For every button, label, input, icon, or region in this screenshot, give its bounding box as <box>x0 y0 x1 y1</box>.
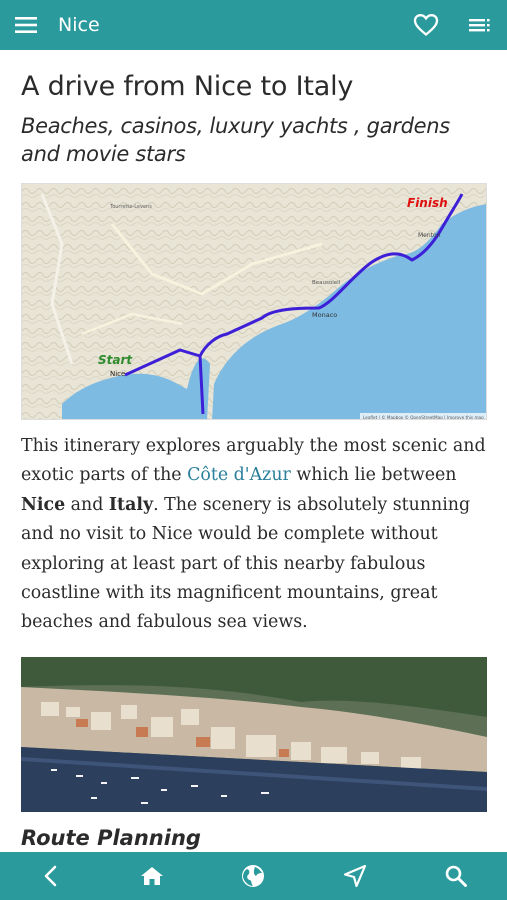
cote-dazur-link[interactable]: Côte d'Azur <box>187 465 291 485</box>
map-label-start: Start <box>98 353 133 367</box>
map-place-beausoleil: Beausoleil <box>312 280 341 286</box>
app-bar-title: Nice <box>58 14 100 36</box>
coastline-photo <box>21 657 487 812</box>
map-place-tourrette: Tourrette-Levens <box>109 204 152 210</box>
map-place-nice: Nice <box>110 370 125 378</box>
table-of-contents-icon <box>469 19 490 32</box>
back-button[interactable] <box>21 852 81 900</box>
globe-icon <box>242 865 265 887</box>
menu-button[interactable] <box>0 0 52 50</box>
search-icon <box>445 865 468 887</box>
favorite-button[interactable] <box>399 0 453 50</box>
map-attribution[interactable]: Leaflet | © Mapbox © OpenStreetMap | Imp… <box>363 415 484 420</box>
home-button[interactable] <box>122 852 182 900</box>
navigate-button[interactable] <box>325 852 385 900</box>
contents-button[interactable] <box>453 0 507 50</box>
back-icon <box>44 865 56 887</box>
search-button[interactable] <box>426 852 486 900</box>
intro-paragraph: This itinerary explores arguably the mos… <box>21 432 491 638</box>
bottom-navigation <box>0 852 507 900</box>
article-content[interactable]: A drive from Nice to Italy Beaches, casi… <box>0 50 507 852</box>
globe-button[interactable] <box>223 852 283 900</box>
text-segment: which lie between <box>290 465 457 486</box>
heart-icon <box>413 14 439 36</box>
text-segment: and <box>65 494 109 515</box>
home-icon <box>141 867 164 885</box>
section-heading-route-planning: Route Planning <box>21 826 201 850</box>
bold-nice: Nice <box>21 494 66 515</box>
route-map[interactable]: Start Finish Nice Monaco Menton Beausole… <box>21 183 487 420</box>
route-map-graphic: Start Finish Nice Monaco Menton Beausole… <box>22 184 486 420</box>
text-segment: . The scenery is absolutely stunning and… <box>21 494 471 633</box>
hamburger-menu-icon <box>15 17 37 33</box>
map-label-finish: Finish <box>407 196 448 210</box>
article-title: A drive from Nice to Italy <box>21 71 354 102</box>
bold-italy: Italy <box>108 494 154 515</box>
location-arrow-icon <box>343 864 366 888</box>
article-subtitle: Beaches, casinos, luxury yachts , garden… <box>21 114 450 166</box>
app-bar: Nice <box>0 0 507 50</box>
map-place-monaco: Monaco <box>312 311 337 319</box>
map-place-menton: Menton <box>418 232 441 239</box>
